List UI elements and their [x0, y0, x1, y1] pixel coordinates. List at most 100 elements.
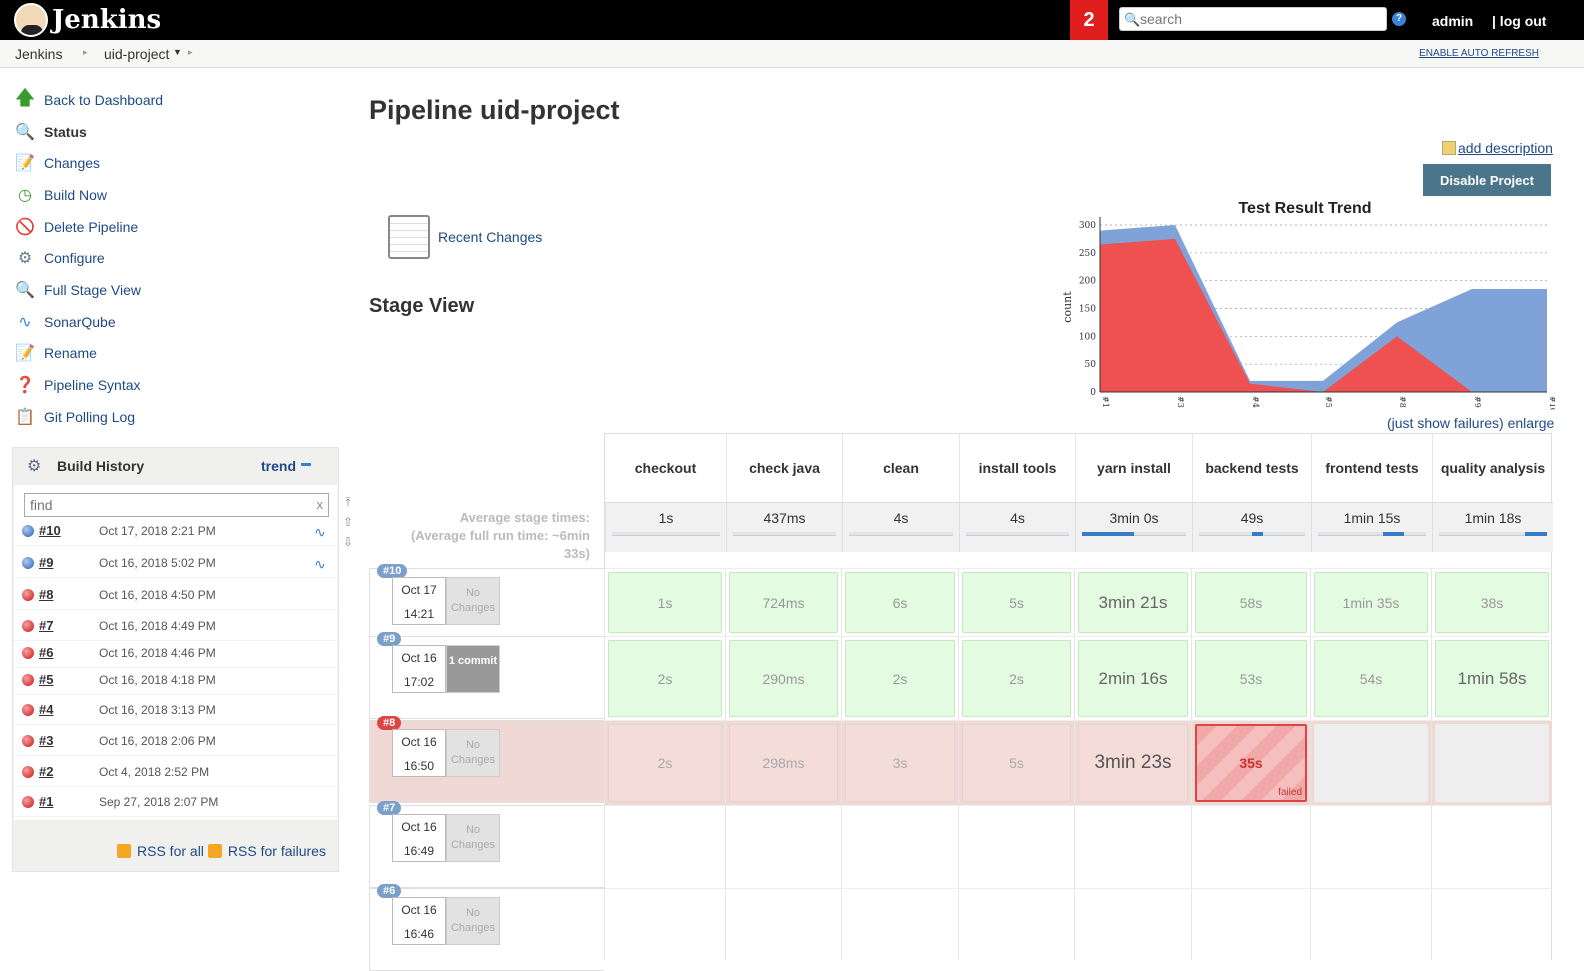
sidebar-item-back-to-dashboard[interactable]: 🡅 Back to Dashboard	[14, 84, 334, 116]
stage-cell[interactable]	[604, 805, 725, 888]
stage-cell[interactable]: 5s	[958, 720, 1074, 805]
stage-cell[interactable]: 724ms	[725, 568, 841, 636]
stage-cell[interactable]	[841, 805, 958, 888]
stage-cell[interactable]: 2min 16s	[1074, 636, 1191, 720]
build-number-link[interactable]: #9	[39, 555, 53, 570]
disable-project-button[interactable]: Disable Project	[1423, 164, 1551, 196]
stage-cell[interactable]	[1074, 805, 1191, 888]
sidebar-item-pipeline-syntax[interactable]: ❓ Pipeline Syntax	[14, 369, 334, 401]
stage-cell[interactable]: 2s	[604, 636, 725, 720]
stage-duration[interactable]: 3min 23s	[1078, 724, 1188, 802]
stage-cell[interactable]: 54s	[1310, 636, 1431, 720]
test-result-trend-chart[interactable]: Test Result Trend 0 50 100 150 200 250 300 count…	[1060, 195, 1555, 410]
stage-cell[interactable]	[958, 805, 1074, 888]
stage-cell[interactable]	[1431, 888, 1552, 960]
stage-build-row[interactable]: #8 Oct 16 16:50 No Changes	[369, 716, 604, 803]
stage-duration[interactable]: 3min 21s	[1078, 572, 1188, 633]
stage-cell[interactable]: 35s failed	[1191, 720, 1310, 805]
stage-duration[interactable]: 290ms	[729, 640, 838, 717]
stage-cell[interactable]	[1431, 720, 1552, 805]
build-badge[interactable]: #8	[377, 716, 402, 730]
stage-cell[interactable]	[1310, 805, 1431, 888]
scroll-top-icon[interactable]: ⤒	[341, 492, 355, 512]
stage-cell[interactable]: 1min 35s	[1310, 568, 1431, 636]
build-number-link[interactable]: #4	[39, 702, 53, 717]
stage-cell[interactable]: 3min 23s	[1074, 720, 1191, 805]
sidebar-item-git-polling-log[interactable]: 📋 Git Polling Log	[14, 401, 334, 433]
sidebar-item-configure[interactable]: ⚙ Configure	[14, 242, 334, 274]
clear-icon[interactable]: x	[317, 497, 324, 512]
scroll-down-icon[interactable]: ⇩	[341, 532, 355, 552]
stage-duration[interactable]: 724ms	[729, 572, 838, 633]
stage-cell[interactable]: 58s	[1191, 568, 1310, 636]
stage-duration[interactable]: 2s	[608, 640, 722, 717]
scroll-up-icon[interactable]: ⇧	[341, 512, 355, 532]
changes-box[interactable]: No Changes	[446, 729, 500, 777]
stage-cell[interactable]: 38s	[1431, 568, 1552, 636]
stage-duration[interactable]: 2s	[962, 640, 1071, 717]
stage-cell[interactable]	[1074, 888, 1191, 960]
build-number-link[interactable]: #10	[39, 523, 61, 538]
rss-failures-link[interactable]: RSS for failures	[228, 843, 326, 859]
stage-cell[interactable]: 1min 58s	[1431, 636, 1552, 720]
sidebar-item-full-stage-view[interactable]: 🔍 Full Stage View	[14, 274, 334, 306]
stage-cell[interactable]: 3s	[841, 720, 958, 805]
build-badge[interactable]: #9	[377, 632, 402, 646]
stage-duration[interactable]: 1min 35s	[1314, 572, 1428, 633]
stage-duration[interactable]: 3s	[845, 724, 955, 802]
stage-cell[interactable]: 2s	[841, 636, 958, 720]
jenkins-logo[interactable]: Jenkins	[14, 3, 161, 37]
stage-cell[interactable]	[725, 805, 841, 888]
stage-duration[interactable]: 58s	[1195, 572, 1307, 633]
stage-cell[interactable]	[1191, 888, 1310, 960]
enlarge-link[interactable]: enlarge	[1508, 415, 1555, 431]
build-number-link[interactable]: #3	[39, 733, 53, 748]
trend-link[interactable]: trend	[261, 458, 296, 474]
stage-build-row[interactable]: #6 Oct 16 16:46 No Changes	[369, 884, 604, 971]
add-description-link[interactable]: add description	[1442, 140, 1553, 156]
recent-changes-link[interactable]: Recent Changes	[438, 229, 542, 245]
find-input[interactable]	[30, 495, 300, 515]
notification-badge[interactable]: 2	[1070, 0, 1108, 40]
sonarqube-icon[interactable]: ∿	[314, 556, 330, 572]
build-badge[interactable]: #7	[377, 801, 402, 815]
build-number-link[interactable]: #1	[39, 794, 53, 809]
stage-cell[interactable]: 2s	[958, 636, 1074, 720]
enable-auto-refresh-link[interactable]: ENABLE AUTO REFRESH	[1419, 48, 1539, 59]
build-number-link[interactable]: #2	[39, 764, 53, 779]
stage-duration[interactable]: 2s	[845, 640, 955, 717]
stage-duration[interactable]: 1min 58s	[1435, 640, 1549, 717]
stage-cell[interactable]	[604, 888, 725, 960]
changes-box[interactable]: No Changes	[446, 577, 500, 625]
stage-cell[interactable]: 6s	[841, 568, 958, 636]
stage-cell[interactable]	[1191, 805, 1310, 888]
stage-duration[interactable]: 1s	[608, 572, 722, 633]
logout-link[interactable]: | log out	[1492, 13, 1546, 29]
changes-box[interactable]: 1 commit	[446, 645, 500, 693]
breadcrumb-jenkins[interactable]: Jenkins	[15, 46, 62, 62]
stage-duration[interactable]: 5s	[962, 572, 1071, 633]
stage-cell[interactable]	[958, 888, 1074, 960]
changes-box[interactable]: No Changes	[446, 814, 500, 862]
stage-duration[interactable]: 54s	[1314, 640, 1428, 717]
stage-cell[interactable]: 2s	[604, 720, 725, 805]
user-link[interactable]: admin	[1432, 13, 1473, 29]
stage-duration[interactable]: 2s	[608, 724, 722, 802]
collapse-icon[interactable]	[301, 463, 311, 466]
stage-cell[interactable]	[841, 888, 958, 960]
stage-cell[interactable]	[725, 888, 841, 960]
stage-build-row[interactable]: #9 Oct 16 17:02 1 commit	[369, 632, 604, 719]
breadcrumb-project[interactable]: uid-project	[104, 46, 169, 62]
sidebar-item-build-now[interactable]: ◷ Build Now	[14, 179, 334, 211]
build-number-link[interactable]: #6	[39, 645, 53, 660]
search-box[interactable]: 🔍	[1119, 7, 1387, 31]
stage-cell[interactable]: 290ms	[725, 636, 841, 720]
stage-duration[interactable]: 2min 16s	[1078, 640, 1188, 717]
sidebar-item-status[interactable]: 🔍 Status	[14, 116, 334, 148]
build-number-link[interactable]: #7	[39, 618, 53, 633]
stage-cell[interactable]: 5s	[958, 568, 1074, 636]
stage-cell[interactable]: 1s	[604, 568, 725, 636]
build-badge[interactable]: #6	[377, 884, 402, 898]
stage-cell[interactable]	[1310, 720, 1431, 805]
search-input[interactable]	[1140, 10, 1380, 28]
